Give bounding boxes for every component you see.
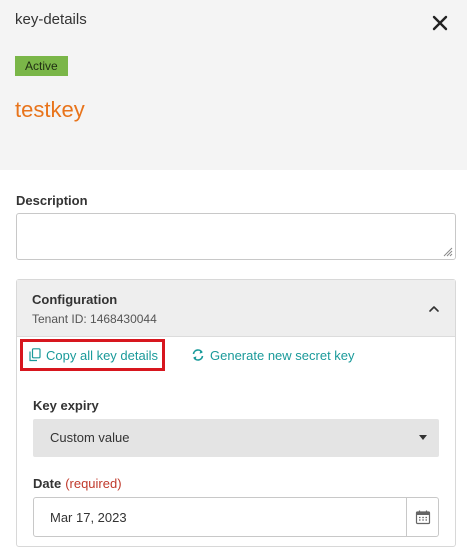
generate-secret-key-label: Generate new secret key xyxy=(210,347,355,363)
copy-icon xyxy=(29,348,41,362)
close-button[interactable] xyxy=(428,11,452,35)
configuration-panel-header[interactable]: Configuration Tenant ID: 1468430044 xyxy=(17,280,455,337)
details-header: key-details Active testkey xyxy=(0,0,467,170)
date-label: Date (required) xyxy=(33,476,122,491)
key-expiry-value: Custom value xyxy=(50,430,130,445)
configuration-title: Configuration xyxy=(32,292,118,307)
key-expiry-label: Key expiry xyxy=(33,398,99,413)
caret-down-icon xyxy=(419,435,427,440)
calendar-icon xyxy=(415,510,430,525)
status-badge: Active xyxy=(15,56,68,76)
description-textarea[interactable] xyxy=(16,213,456,260)
copy-key-details-label: Copy all key details xyxy=(46,347,158,363)
generate-secret-key-link[interactable]: Generate new secret key xyxy=(191,343,355,367)
date-value: Mar 17, 2023 xyxy=(50,510,127,525)
window-title: key-details xyxy=(15,11,87,28)
required-indicator: (required) xyxy=(65,476,122,491)
date-label-text: Date xyxy=(33,476,62,491)
tenant-id: Tenant ID: 1468430044 xyxy=(32,312,157,326)
calendar-button[interactable] xyxy=(406,498,438,536)
description-label: Description xyxy=(16,193,88,208)
configuration-panel: Configuration Tenant ID: 1468430044 Copy… xyxy=(16,279,456,547)
key-name-title: testkey xyxy=(15,97,85,122)
resize-grip-icon[interactable] xyxy=(441,245,453,257)
chevron-up-icon[interactable] xyxy=(427,302,441,316)
refresh-icon xyxy=(192,349,204,361)
copy-key-details-link[interactable]: Copy all key details xyxy=(20,339,165,371)
close-icon xyxy=(432,15,448,31)
key-expiry-select[interactable]: Custom value xyxy=(33,419,439,457)
date-input[interactable]: Mar 17, 2023 xyxy=(33,497,439,537)
